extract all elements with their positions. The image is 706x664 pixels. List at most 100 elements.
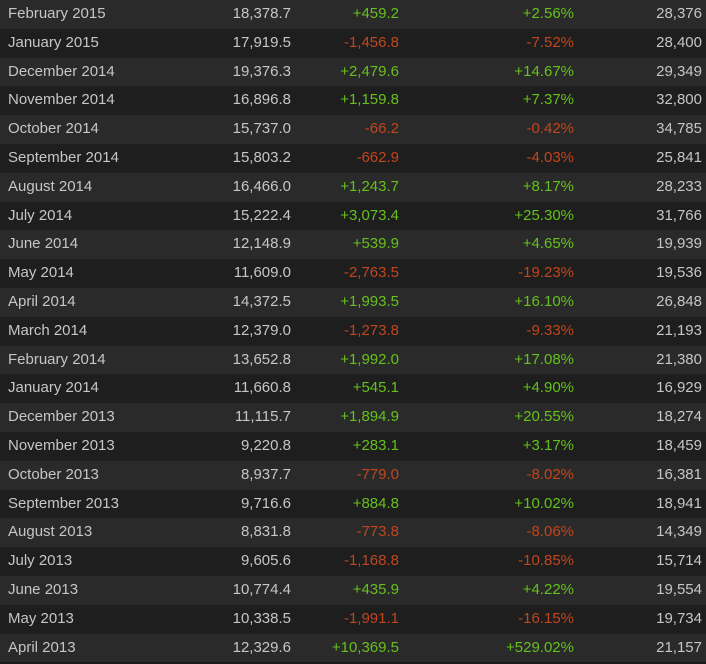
avg-players-cell: 9,220.8: [240, 436, 291, 454]
gain-cell: -779.0: [356, 465, 399, 483]
peak-players-cell: 14,349: [656, 523, 702, 541]
avg-players-cell: 9,605.6: [240, 552, 291, 570]
avg-players-cell: 17,919.5: [232, 33, 291, 51]
table-row: December 2014 19,376.3 +2,479.6 +14.67% 29,3…: [0, 57, 706, 87]
table-row: July 2014 15,222.4 +3,073.4 +25.30% 31,766: [0, 201, 706, 231]
percent-gain-cell: -19.23%: [518, 264, 574, 282]
peak-players-cell: 19,536: [656, 264, 702, 282]
avg-players-cell: 8,937.7: [240, 465, 291, 483]
month-cell: September 2014: [8, 148, 119, 166]
avg-players-cell: 12,148.9: [232, 235, 291, 253]
avg-players-cell: 11,609.0: [233, 264, 291, 282]
table-row: May 2013 10,338.5 -1,991.1 -16.15% 19,734: [0, 604, 706, 634]
percent-gain-cell: +2.56%: [522, 5, 574, 22]
gain-cell: +10,369.5: [331, 638, 399, 656]
table-row: June 2013 10,774.4 +435.9 +4.22% 19,554: [0, 575, 706, 605]
month-cell: October 2014: [8, 120, 99, 138]
gain-cell: -2,763.5: [343, 264, 399, 282]
avg-players-cell: 9,716.6: [240, 494, 291, 512]
month-cell: December 2013: [8, 408, 115, 426]
avg-players-cell: 14,372.5: [232, 292, 291, 310]
table-row: July 2013 9,605.6 -1,168.8 -10.85% 15,714: [0, 547, 706, 576]
gain-cell: +539.9: [352, 235, 399, 253]
table-row: April 2013 12,329.6 +10,369.5 +529.02% 21,15…: [0, 633, 706, 663]
gain-cell: -1,991.1: [343, 609, 399, 627]
table-row: August 2014 16,466.0 +1,243.7 +8.17% 28,233: [0, 172, 706, 202]
percent-gain-cell: +25.30%: [514, 206, 574, 224]
month-cell: May 2014: [8, 264, 74, 282]
month-cell: January 2014: [8, 379, 99, 397]
percent-gain-cell: +4.22%: [522, 580, 574, 598]
avg-players-cell: 16,466.0: [232, 177, 291, 195]
peak-players-cell: 18,941: [656, 494, 702, 512]
peak-players-cell: 21,380: [656, 350, 702, 368]
month-cell: April 2014: [8, 292, 76, 310]
gain-cell: -66.2: [364, 120, 399, 138]
percent-gain-cell: -8.02%: [526, 465, 574, 483]
percent-gain-cell: +3.17%: [522, 436, 574, 454]
percent-gain-cell: +20.55%: [514, 408, 574, 426]
gain-cell: +1,243.7: [340, 177, 399, 195]
month-cell: November 2014: [8, 91, 115, 109]
table-row: January 2014 11,660.8 +545.1 +4.90% 16,929: [0, 374, 706, 404]
table-row: December 2013 11,115.7 +1,894.9 +20.55% 18,2…: [0, 403, 706, 432]
percent-gain-cell: +4.65%: [522, 235, 574, 253]
peak-players-cell: 25,841: [656, 148, 702, 166]
table-row: June 2014 12,148.9 +539.9 +4.65% 19,939: [0, 230, 706, 260]
month-cell: February 2015: [8, 5, 106, 22]
gain-cell: -1,168.8: [343, 552, 399, 570]
table-row: October 2014 15,737.0 -66.2 -0.42% 34,785: [0, 115, 706, 144]
month-cell: April 2013: [8, 638, 76, 656]
avg-players-cell: 11,660.8: [233, 379, 291, 397]
peak-players-cell: 31,766: [656, 206, 702, 224]
percent-gain-cell: -4.03%: [526, 148, 574, 166]
table-body: February 2015 18,378.7 +459.2 +2.56% 28,376 J…: [0, 0, 706, 663]
avg-players-cell: 11,115.7: [234, 408, 291, 426]
peak-players-cell: 19,734: [656, 609, 702, 627]
gain-cell: +2,479.6: [340, 62, 399, 80]
peak-players-cell: 21,157: [656, 638, 702, 656]
avg-players-cell: 10,338.5: [232, 609, 291, 627]
month-cell: May 2013: [8, 609, 74, 627]
table-row: September 2013 9,716.6 +884.8 +10.02% 18,941: [0, 489, 706, 519]
month-cell: June 2014: [8, 235, 79, 253]
table-row: September 2014 15,803.2 -662.9 -4.03% 25,841: [0, 143, 706, 173]
month-cell: December 2014: [8, 62, 115, 80]
avg-players-cell: 13,652.8: [232, 350, 291, 368]
avg-players-cell: 12,379.0: [232, 321, 291, 339]
table-row: November 2013 9,220.8 +283.1 +3.17% 18,459: [0, 431, 706, 461]
month-cell: July 2014: [8, 206, 73, 224]
avg-players-cell: 18,378.7: [232, 5, 291, 22]
peak-players-cell: 16,381: [656, 465, 702, 483]
percent-gain-cell: +17.08%: [514, 350, 574, 368]
percent-gain-cell: +14.67%: [514, 62, 574, 80]
gain-cell: +1,159.8: [340, 91, 399, 109]
month-cell: March 2014: [8, 321, 88, 339]
gain-cell: -662.9: [356, 148, 399, 166]
avg-players-cell: 15,803.2: [232, 148, 291, 166]
percent-gain-cell: -7.52%: [526, 33, 574, 51]
table-row: November 2014 16,896.8 +1,159.8 +7.37% 32,80…: [0, 86, 706, 116]
percent-gain-cell: +529.02%: [506, 638, 574, 656]
avg-players-cell: 15,222.4: [232, 206, 291, 224]
peak-players-cell: 26,848: [656, 292, 702, 310]
avg-players-cell: 8,831.8: [240, 523, 291, 541]
peak-players-cell: 21,193: [656, 321, 702, 339]
percent-gain-cell: -0.42%: [526, 120, 574, 138]
peak-players-cell: 28,233: [656, 177, 702, 195]
gain-cell: +283.1: [352, 436, 399, 454]
avg-players-cell: 12,329.6: [232, 638, 291, 656]
gain-cell: +1,894.9: [340, 408, 399, 426]
gain-cell: -1,456.8: [343, 33, 399, 51]
percent-gain-cell: -8.06%: [526, 523, 574, 541]
percent-gain-cell: -9.33%: [526, 321, 574, 339]
avg-players-cell: 19,376.3: [232, 62, 291, 80]
table-row: August 2013 8,831.8 -773.8 -8.06% 14,349: [0, 518, 706, 548]
percent-gain-cell: +16.10%: [514, 292, 574, 310]
peak-players-cell: 28,400: [656, 33, 702, 51]
month-cell: November 2013: [8, 436, 115, 454]
table-row: February 2014 13,652.8 +1,992.0 +17.08% 21,3…: [0, 345, 706, 375]
peak-players-cell: 19,939: [656, 235, 702, 253]
avg-players-cell: 15,737.0: [232, 120, 291, 138]
month-cell: August 2013: [8, 523, 93, 541]
